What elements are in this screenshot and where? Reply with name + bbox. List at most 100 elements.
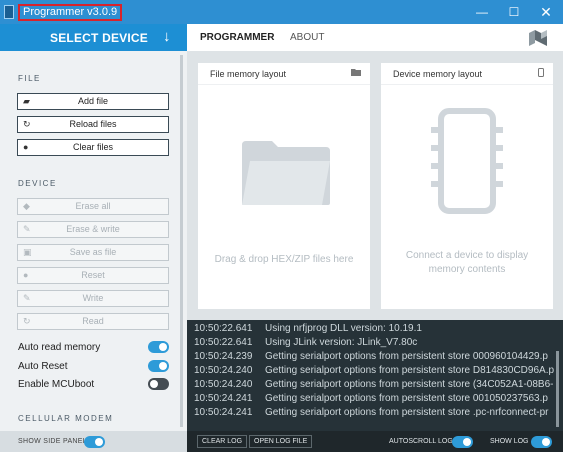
minimize-button[interactable]: — [466, 0, 498, 24]
clear-files-label: Clear files [72, 142, 113, 152]
nordic-logo-icon [529, 30, 547, 46]
device-section-title: DEVICE [18, 179, 57, 188]
select-device-dropdown[interactable]: SELECT DEVICE ↓ [0, 24, 187, 51]
auto-read-memory-label: Auto read memory [18, 342, 101, 353]
sidebar-scrollbar[interactable] [180, 55, 183, 427]
erase-all-label: Erase all [75, 201, 111, 211]
enable-mcuboot-row: Enable MCUboot [18, 378, 170, 392]
window-titlebar: Programmer v3.0.9 — ☐ ✕ [0, 0, 563, 24]
log-entry: 10:50:24.240 Getting serialport options f… [194, 365, 554, 376]
reset-icon: ● [23, 270, 29, 280]
tab-about[interactable]: ABOUT [290, 32, 324, 43]
folder-icon [351, 68, 361, 78]
write-label: Write [82, 293, 104, 303]
reset-label: Reset [81, 270, 105, 280]
window-title: Programmer v3.0.9 [18, 4, 123, 21]
log-panel[interactable]: 10:50:22.641 Using nrfjprog DLL version: … [187, 320, 563, 431]
log-timestamp: 10:50:22.641 [194, 323, 253, 334]
pencil-icon: ✎ [23, 293, 31, 303]
auto-read-memory-toggle[interactable] [148, 341, 169, 353]
log-message: Getting serialport options from persiste… [265, 393, 548, 404]
log-entry: 10:50:24.239 Getting serialport options f… [194, 351, 548, 362]
show-side-panel-toggle[interactable] [84, 436, 105, 448]
device-memory-layout-header: Device memory layout [381, 63, 553, 85]
auto-read-memory-row: Auto read memory [18, 341, 170, 355]
pencil-icon: ✎ [23, 224, 31, 234]
log-timestamp: 10:50:24.239 [194, 351, 253, 362]
log-entry: 10:50:24.240 Getting serialport options f… [194, 379, 553, 390]
reload-files-button[interactable]: ↻ Reload files [17, 116, 169, 133]
read-button[interactable]: ↻ Read [17, 313, 169, 330]
log-scrollbar[interactable] [556, 351, 559, 427]
log-footer: CLEAR LOG OPEN LOG FILE AUTOSCROLL LOG S… [187, 431, 563, 452]
save-icon: ▣ [23, 247, 32, 257]
log-message: Getting serialport options from persiste… [265, 379, 554, 390]
show-side-panel-label: SHOW SIDE PANEL [18, 438, 87, 445]
log-message: Getting serialport options from persiste… [265, 365, 555, 376]
save-as-file-button[interactable]: ▣ Save as file [17, 244, 169, 261]
device-memory-layout-pane: Device memory layout Connect a device to… [381, 63, 553, 309]
connect-device-message-line1: Connect a device to display [405, 250, 529, 261]
log-timestamp: 10:50:24.240 [194, 365, 253, 376]
erase-all-button[interactable]: ◆ Erase all [17, 198, 169, 215]
autoscroll-log-label: AUTOSCROLL LOG [389, 438, 453, 445]
arrow-down-icon: ↓ [163, 28, 171, 45]
eraser-icon: ◆ [23, 201, 30, 211]
drop-files-message: Drag & drop HEX/ZIP files here [214, 254, 354, 265]
close-button[interactable]: ✕ [530, 0, 562, 24]
save-as-file-label: Save as file [69, 247, 117, 257]
auto-reset-label: Auto Reset [18, 361, 68, 372]
auto-reset-row: Auto Reset [18, 360, 170, 374]
read-label: Read [82, 316, 104, 326]
log-message: Getting serialport options from persiste… [265, 407, 549, 418]
log-message: Using JLink version: JLink_V7.80c [265, 337, 418, 348]
file-section-title: FILE [18, 74, 41, 83]
log-entry: 10:50:22.641 Using JLink version: JLink_V… [194, 337, 417, 348]
erase-write-label: Erase & write [66, 224, 120, 234]
log-entry: 10:50:24.241 Getting serialport options f… [194, 393, 548, 404]
sidebar-footer: SHOW SIDE PANEL [0, 431, 187, 452]
reload-icon: ↻ [23, 119, 31, 129]
add-file-button[interactable]: ▰ Add file [17, 93, 169, 110]
reload-files-label: Reload files [69, 119, 117, 129]
auto-reset-toggle[interactable] [148, 360, 169, 372]
top-nav: PROGRAMMER ABOUT [187, 24, 563, 51]
write-button[interactable]: ✎ Write [17, 290, 169, 307]
file-memory-layout-title: File memory layout [210, 69, 287, 79]
erase-write-button[interactable]: ✎ Erase & write [17, 221, 169, 238]
log-timestamp: 10:50:24.240 [194, 379, 253, 390]
main-content: File memory layout Drag & drop HEX/ZIP f… [187, 51, 563, 320]
side-panel: FILE ▰ Add file ↻ Reload files ● Clear f… [0, 51, 187, 431]
select-device-label: SELECT DEVICE [50, 31, 148, 45]
connect-device-message-line2: memory contents [428, 264, 506, 275]
maximize-button[interactable]: ☐ [498, 0, 530, 24]
log-entry: 10:50:24.241 Getting serialport options f… [194, 407, 548, 418]
log-message: Getting serialport options from persiste… [265, 351, 548, 362]
cellular-modem-section-title: CELLULAR MODEM [18, 414, 114, 423]
file-memory-layout-pane[interactable]: File memory layout Drag & drop HEX/ZIP f… [198, 63, 370, 309]
log-timestamp: 10:50:22.641 [194, 337, 253, 348]
chip-icon [431, 108, 503, 214]
autoscroll-log-toggle[interactable] [452, 436, 473, 448]
add-file-label: Add file [77, 96, 109, 106]
app-icon [4, 5, 14, 19]
show-log-toggle[interactable] [531, 436, 552, 448]
file-memory-layout-header: File memory layout [198, 63, 370, 85]
read-icon: ↻ [23, 316, 31, 326]
reset-button[interactable]: ● Reset [17, 267, 169, 284]
tab-programmer[interactable]: PROGRAMMER [200, 32, 274, 43]
folder-icon: ▰ [23, 96, 30, 106]
open-log-file-button[interactable]: OPEN LOG FILE [249, 435, 313, 448]
log-message: Using nrfjprog DLL version: 10.19.1 [265, 323, 422, 334]
log-timestamp: 10:50:24.241 [194, 407, 253, 418]
enable-mcuboot-toggle[interactable] [148, 378, 169, 390]
log-timestamp: 10:50:24.241 [194, 393, 253, 404]
show-log-label: SHOW LOG [490, 438, 529, 445]
large-folder-icon [242, 141, 330, 205]
clear-log-button[interactable]: CLEAR LOG [197, 435, 248, 448]
clear-icon: ● [23, 142, 29, 152]
enable-mcuboot-label: Enable MCUboot [18, 379, 95, 390]
log-entry: 10:50:22.641 Using nrfjprog DLL version: … [194, 323, 422, 334]
clear-files-button[interactable]: ● Clear files [17, 139, 169, 156]
chip-outline-icon [538, 68, 544, 79]
